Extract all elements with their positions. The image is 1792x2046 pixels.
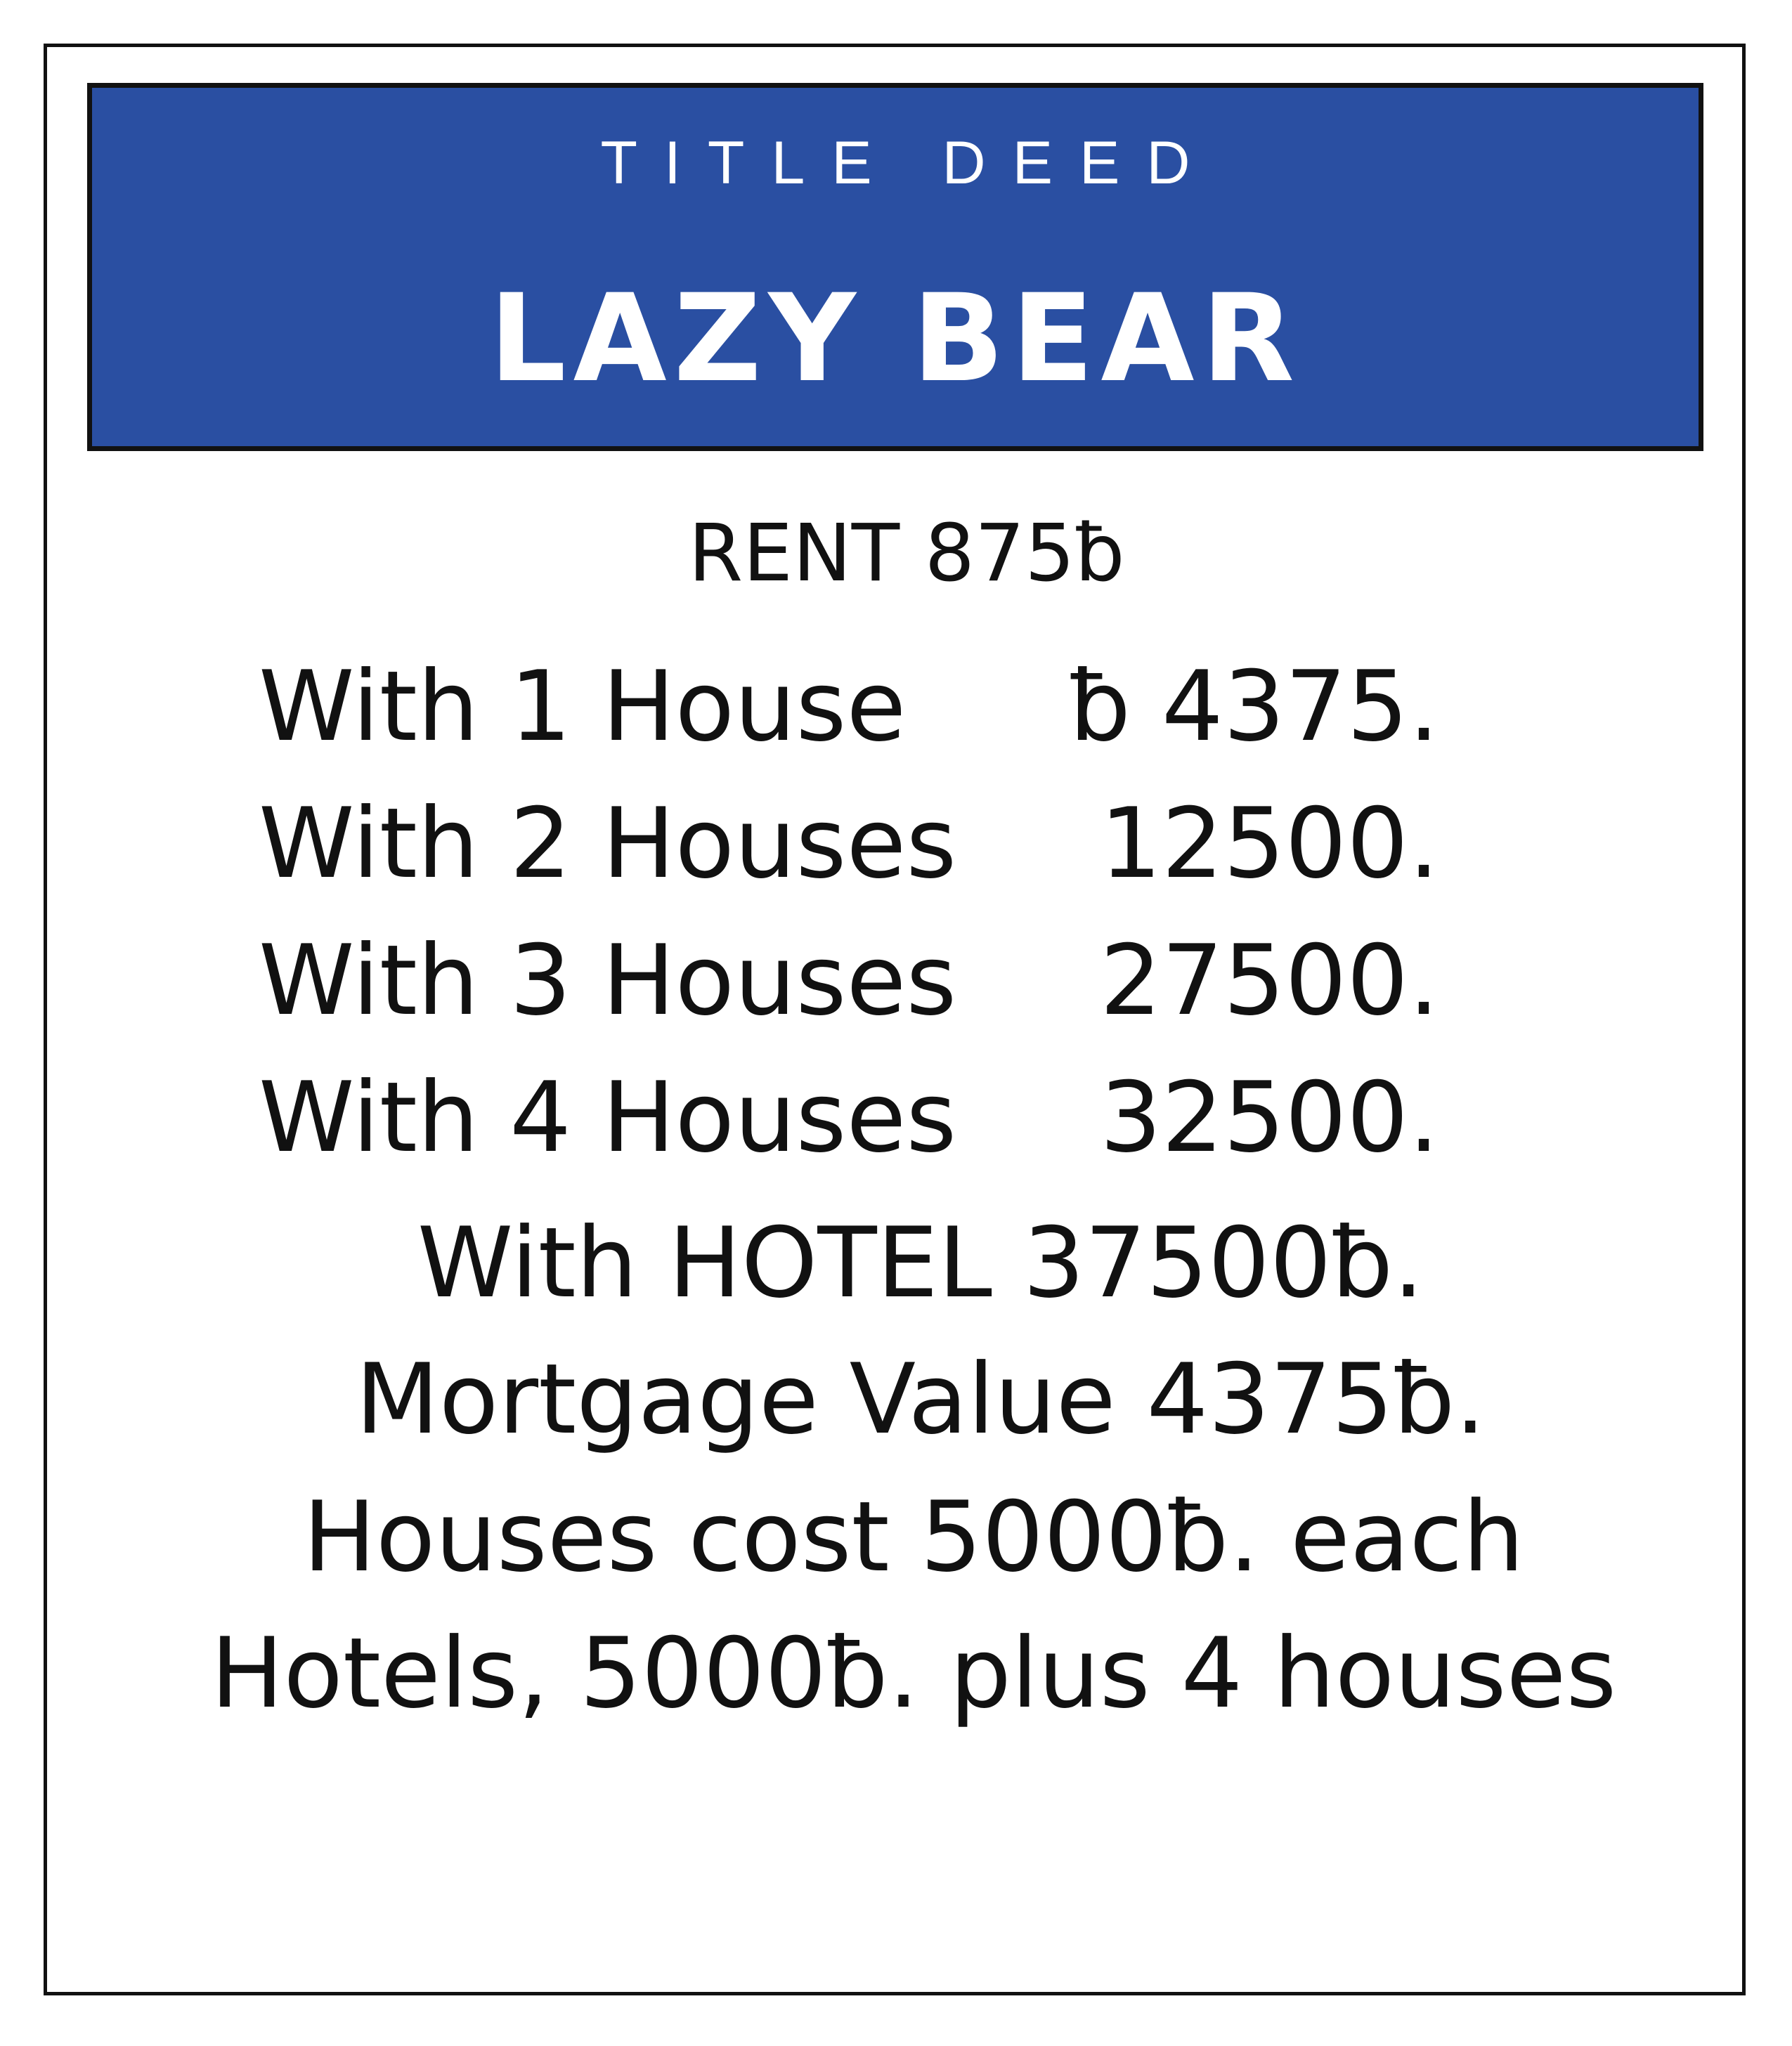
rent-row-1-house: With 1 House ƀ 4375. (259, 651, 1439, 763)
rent-row-label: With 1 House (259, 650, 907, 763)
mortgage-value: Mortgage Value 4375ƀ. (355, 1343, 1486, 1456)
rent-row-amount: 12500. (1100, 787, 1439, 900)
deed-header: TITLE DEED LAZY BEAR (87, 83, 1703, 451)
rent-row-amount: 27500. (1100, 924, 1439, 1037)
rent-row-4-houses: With 4 Houses 32500. (259, 1062, 1439, 1174)
deed-kicker: TITLE DEED (600, 129, 1217, 197)
hotel-rent: With HOTEL 37500ƀ. (417, 1206, 1424, 1320)
rent-row-2-houses: With 2 Houses 12500. (259, 788, 1439, 900)
rent-row-3-houses: With 3 Houses 27500. (259, 925, 1439, 1037)
rent-row-amount: 32500. (1100, 1061, 1439, 1174)
hotel-cost: Hotels, 5000ƀ. plus 4 houses (210, 1617, 1617, 1730)
rent-row-label: With 2 Houses (259, 787, 957, 900)
rent-row-amount: ƀ 4375. (1069, 650, 1439, 763)
rent-row-label: With 3 Houses (259, 924, 957, 1037)
base-rent: RENT 875ƀ (688, 508, 1125, 599)
house-cost: Houses cost 5000ƀ. each (303, 1480, 1524, 1594)
rent-row-label: With 4 Houses (259, 1061, 957, 1174)
property-name: LAZY BEAR (488, 268, 1301, 409)
